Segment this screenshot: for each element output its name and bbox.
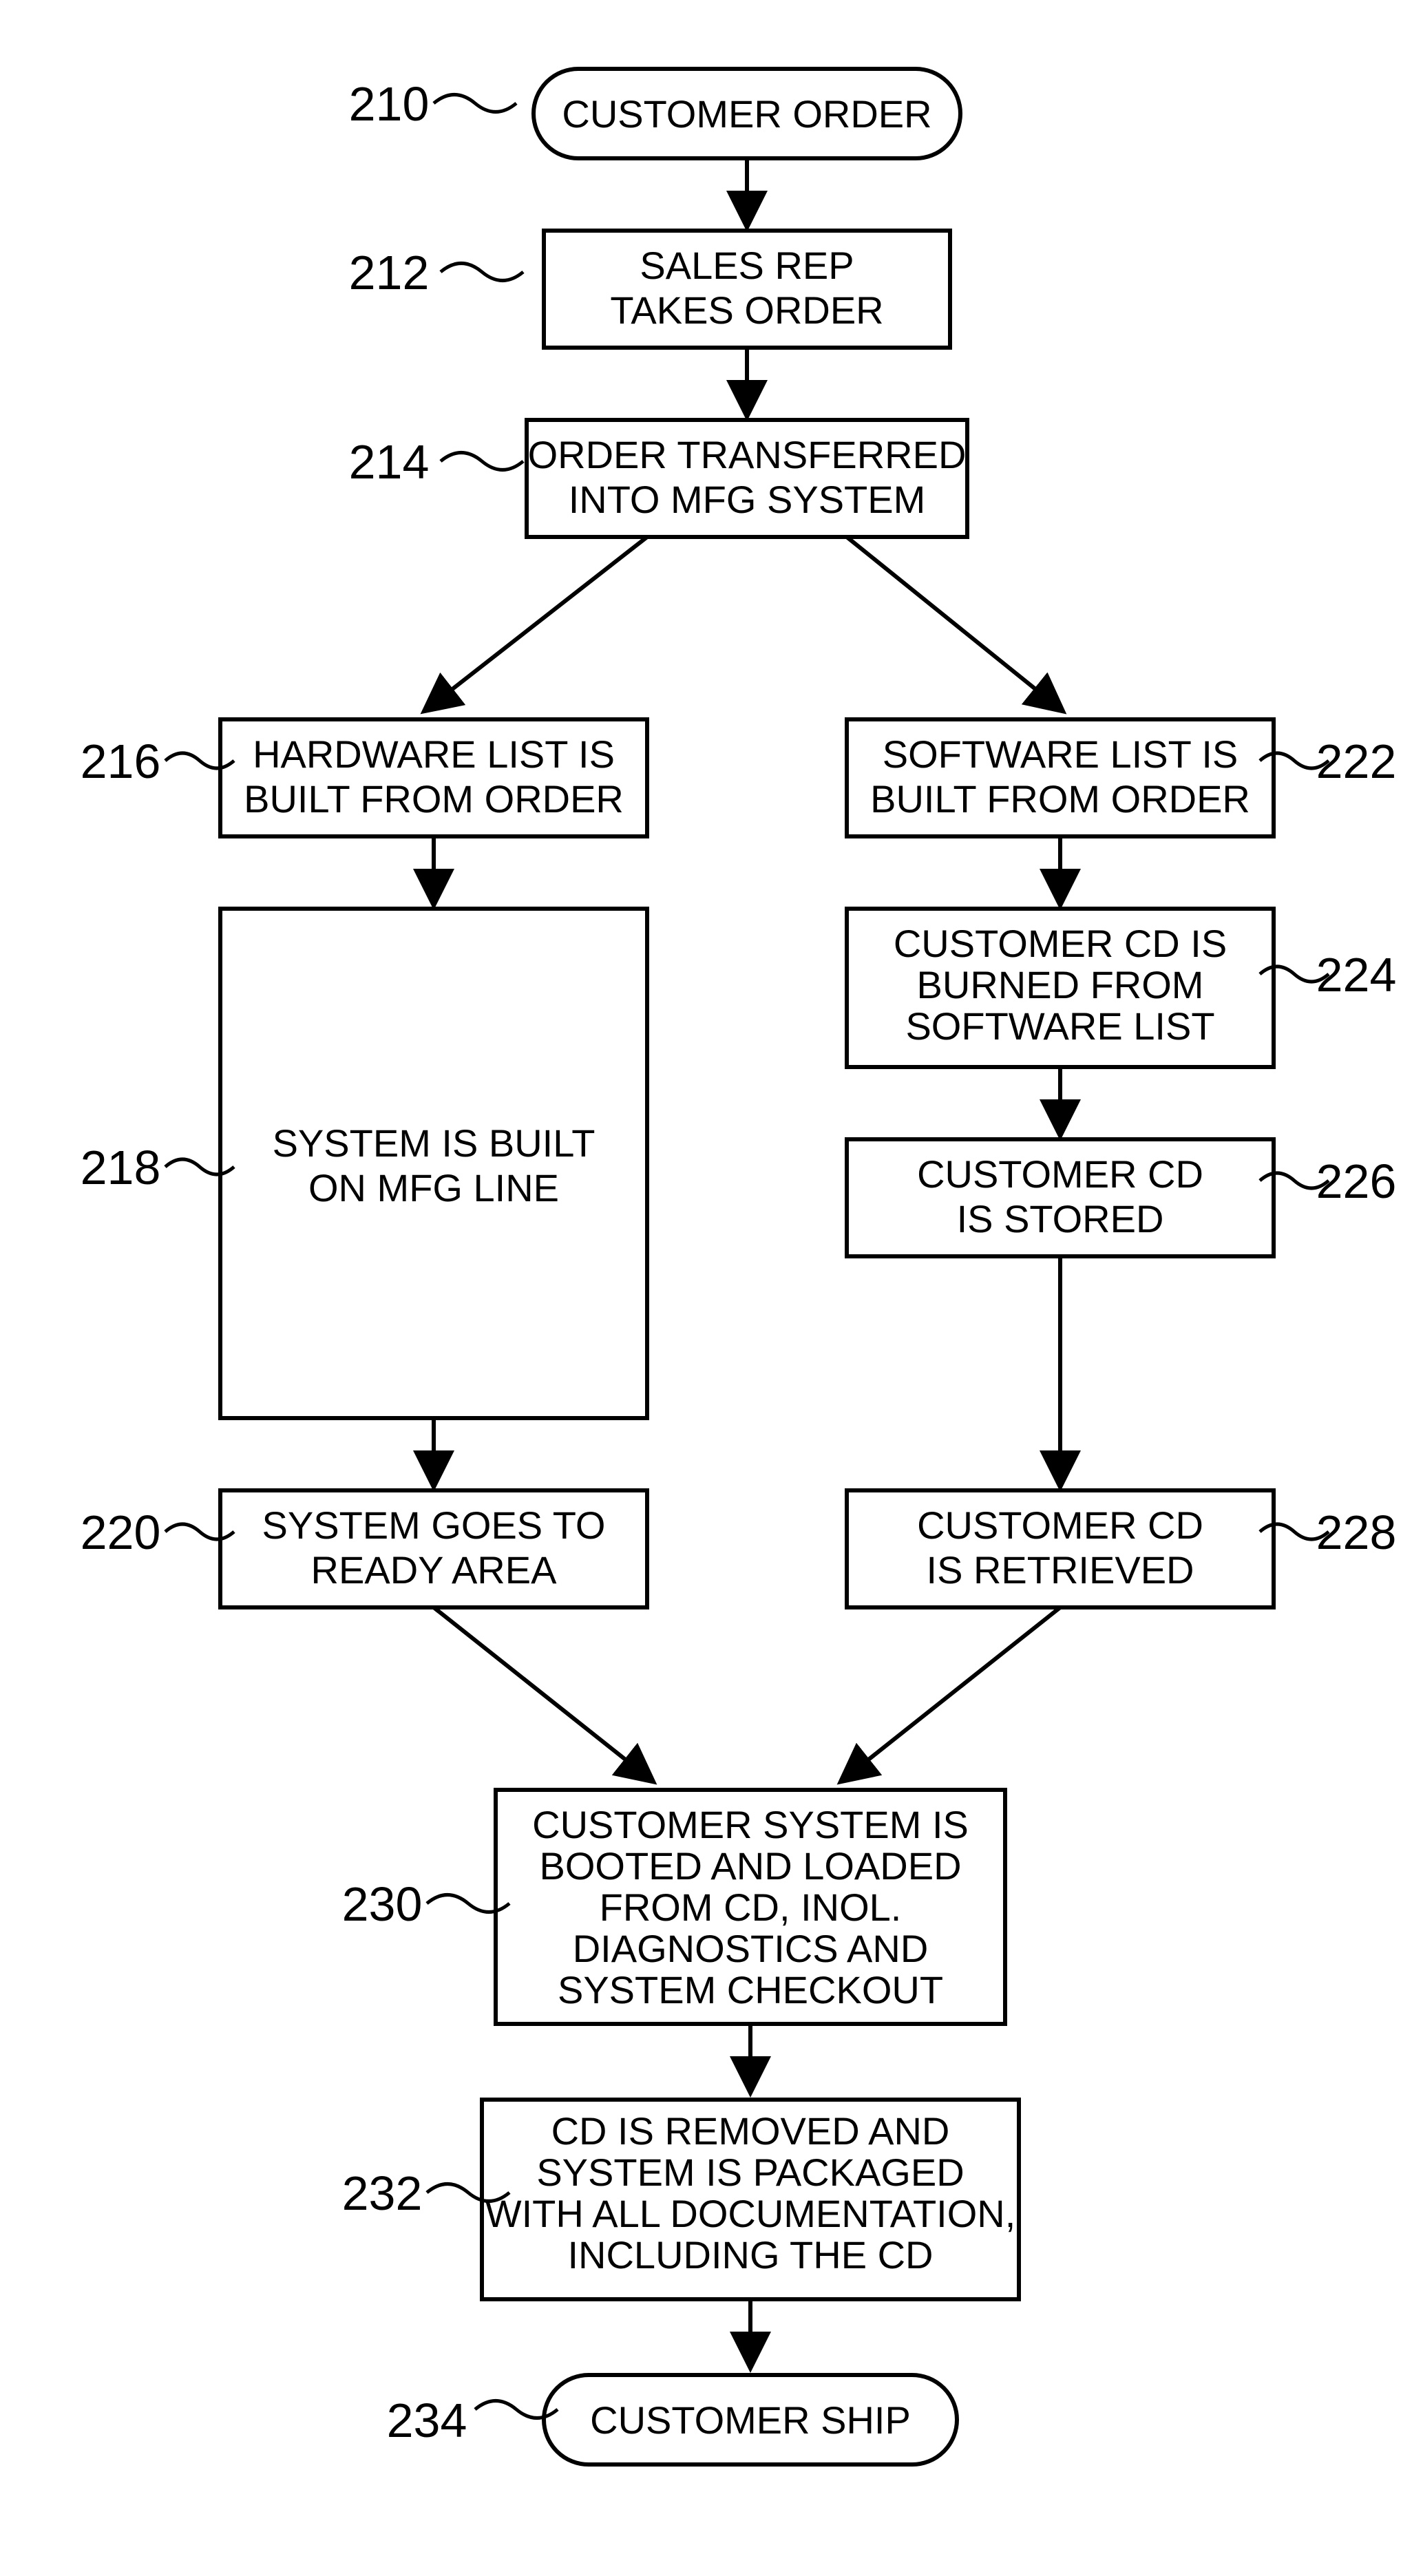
svg-text:CUSTOMER SYSTEM IS: CUSTOMER SYSTEM IS (532, 1803, 969, 1846)
ref-220: 220 (81, 1506, 234, 1559)
svg-text:HARDWARE LIST IS: HARDWARE LIST IS (253, 732, 615, 776)
svg-text:CUSTOMER CD: CUSTOMER CD (917, 1152, 1203, 1196)
ref-212: 212 (349, 246, 523, 299)
ref-216: 216 (81, 735, 234, 788)
svg-text:234: 234 (387, 2394, 467, 2447)
node-order-transferred: ORDER TRANSFERRED INTO MFG SYSTEM (527, 420, 967, 537)
node-software-list: SOFTWARE LIST IS BUILT FROM ORDER (847, 719, 1274, 836)
node-customer-order: CUSTOMER ORDER (534, 69, 960, 158)
svg-text:218: 218 (81, 1141, 161, 1194)
svg-text:SOFTWARE LIST: SOFTWARE LIST (905, 1004, 1214, 1048)
svg-text:BUILT FROM ORDER: BUILT FROM ORDER (870, 777, 1250, 821)
ref-218: 218 (81, 1141, 234, 1194)
svg-text:READY AREA: READY AREA (311, 1548, 558, 1592)
node-system-ready-area: SYSTEM GOES TO READY AREA (220, 1490, 647, 1607)
svg-text:SYSTEM GOES TO: SYSTEM GOES TO (262, 1503, 606, 1547)
svg-text:TAKES ORDER: TAKES ORDER (610, 288, 883, 332)
node-customer-ship-label: CUSTOMER SHIP (590, 2398, 911, 2442)
ref-228: 228 (1260, 1506, 1396, 1559)
svg-text:INTO MFG SYSTEM: INTO MFG SYSTEM (569, 478, 926, 521)
svg-text:CD IS REMOVED AND: CD IS REMOVED AND (551, 2109, 950, 2153)
flowchart: CUSTOMER ORDER 210 SALES REP TAKES ORDER… (0, 0, 1423, 2576)
ref-222: 222 (1260, 735, 1396, 788)
svg-text:FROM CD, INOL.: FROM CD, INOL. (600, 1886, 902, 1929)
node-customer-order-label: CUSTOMER ORDER (562, 92, 931, 136)
svg-text:IS RETRIEVED: IS RETRIEVED (927, 1548, 1194, 1592)
svg-text:220: 220 (81, 1506, 161, 1559)
node-hardware-list: HARDWARE LIST IS BUILT FROM ORDER (220, 719, 647, 836)
node-cd-removed-packaged: CD IS REMOVED AND SYSTEM IS PACKAGED WIT… (482, 2100, 1019, 2299)
ref-214: 214 (349, 435, 523, 489)
svg-text:INCLUDING THE CD: INCLUDING THE CD (567, 2233, 933, 2277)
svg-text:230: 230 (342, 1877, 423, 1931)
svg-text:BOOTED AND LOADED: BOOTED AND LOADED (539, 1844, 961, 1888)
svg-text:CUSTOMER CD IS: CUSTOMER CD IS (894, 922, 1227, 965)
node-cd-stored: CUSTOMER CD IS STORED (847, 1139, 1274, 1256)
node-cd-retrieved: CUSTOMER CD IS RETRIEVED (847, 1490, 1274, 1607)
svg-text:DIAGNOSTICS AND: DIAGNOSTICS AND (573, 1927, 929, 1970)
svg-text:212: 212 (349, 246, 430, 299)
svg-text:214: 214 (349, 435, 430, 489)
node-system-booted: CUSTOMER SYSTEM IS BOOTED AND LOADED FRO… (496, 1790, 1005, 2024)
svg-text:CUSTOMER CD: CUSTOMER CD (917, 1503, 1203, 1547)
ref-210: 210 (349, 77, 516, 131)
svg-text:BUILT FROM ORDER: BUILT FROM ORDER (244, 777, 624, 821)
svg-text:BURNED FROM: BURNED FROM (917, 963, 1204, 1006)
ref-230: 230 (342, 1877, 509, 1931)
svg-text:ON MFG LINE: ON MFG LINE (308, 1166, 559, 1210)
svg-text:SYSTEM IS PACKAGED: SYSTEM IS PACKAGED (536, 2151, 964, 2194)
svg-text:216: 216 (81, 735, 161, 788)
svg-text:SYSTEM IS BUILT: SYSTEM IS BUILT (273, 1121, 595, 1165)
node-customer-ship: CUSTOMER SHIP (544, 2375, 957, 2464)
svg-text:WITH ALL DOCUMENTATION,: WITH ALL DOCUMENTATION, (485, 2192, 1016, 2235)
svg-text:SYSTEM CHECKOUT: SYSTEM CHECKOUT (558, 1968, 943, 2012)
svg-text:ORDER TRANSFERRED: ORDER TRANSFERRED (528, 433, 967, 476)
svg-text:232: 232 (342, 2166, 423, 2220)
node-cd-burned: CUSTOMER CD IS BURNED FROM SOFTWARE LIST (847, 909, 1274, 1067)
svg-text:SOFTWARE LIST IS: SOFTWARE LIST IS (883, 732, 1238, 776)
svg-text:210: 210 (349, 77, 430, 131)
node-sales-rep: SALES REP TAKES ORDER (544, 231, 950, 348)
ref-234: 234 (387, 2394, 558, 2447)
ref-226: 226 (1260, 1154, 1396, 1208)
node-system-built: SYSTEM IS BUILT ON MFG LINE (220, 909, 647, 1418)
svg-text:SALES REP: SALES REP (640, 244, 854, 287)
ref-224: 224 (1260, 948, 1396, 1002)
svg-text:IS STORED: IS STORED (957, 1197, 1164, 1241)
